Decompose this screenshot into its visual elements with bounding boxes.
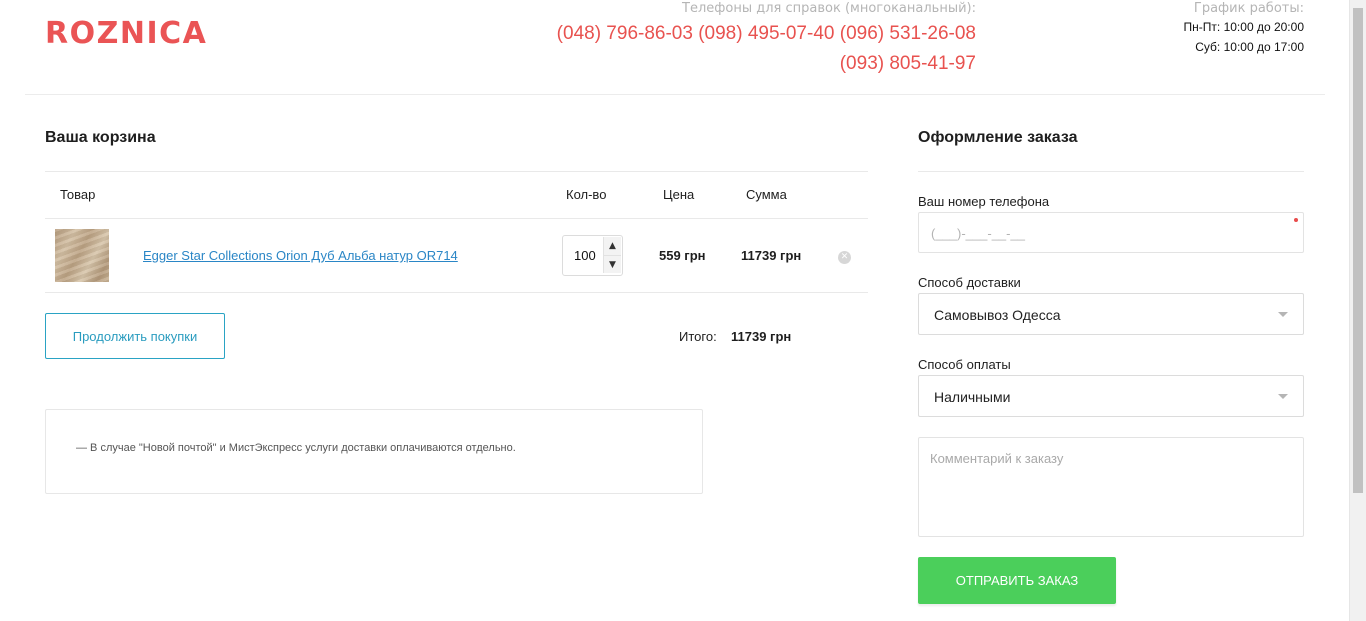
contact-phones: Телефоны для справок (многоканальный): (… — [557, 1, 976, 79]
column-header-price: Цена — [663, 187, 695, 202]
column-header-sum: Сумма — [746, 187, 787, 202]
product-link[interactable]: Egger Star Collections Orion Дуб Альба н… — [143, 248, 458, 263]
table-bottom-divider — [45, 292, 868, 293]
quantity-stepper[interactable]: 100 ▲ ▼ — [562, 235, 623, 276]
delivery-label: Способ доставки — [918, 275, 1021, 290]
site-logo[interactable]: ROZNICA — [45, 16, 207, 51]
quantity-value[interactable]: 100 — [574, 248, 596, 263]
phones-line-1: (048) 796-86-03 (098) 495-07-40 (096) 53… — [556, 23, 976, 44]
scrollbar-thumb[interactable] — [1353, 8, 1363, 493]
close-circle-icon[interactable]: ✕ — [838, 251, 851, 264]
delivery-selected-value: Самовывоз Одесса — [934, 307, 1061, 323]
payment-select[interactable]: Наличными — [918, 375, 1304, 417]
phone-field[interactable]: (___)-___-__-__ — [918, 212, 1304, 253]
schedule-caption: График работы: — [1193, 1, 1304, 16]
required-marker — [1294, 218, 1298, 222]
table-top-divider — [45, 171, 868, 172]
continue-shopping-button[interactable]: Продолжить покупки — [45, 313, 225, 359]
total-value: 11739 грн — [731, 329, 792, 344]
page-scrollbar[interactable] — [1349, 0, 1366, 621]
phone-placeholder: (___)-___-__-__ — [931, 226, 1025, 241]
chevron-down-icon — [1278, 394, 1288, 399]
phone-label: Ваш номер телефона — [918, 194, 1050, 209]
item-sum: 11739 грн — [741, 248, 802, 263]
schedule-saturday: Суб: 10:00 до 17:00 — [1195, 40, 1304, 54]
comment-textarea[interactable]: Комментарий к заказу — [918, 437, 1304, 537]
delivery-note-text: — В случае "Новой почтой" и МистЭкспресс… — [76, 442, 516, 454]
column-header-qty: Кол-во — [566, 187, 607, 202]
total-label: Итого: — [679, 329, 717, 344]
cart-title: Ваша корзина — [45, 129, 156, 146]
chevron-up-icon[interactable]: ▲ — [603, 237, 621, 255]
item-price: 559 грн — [659, 248, 706, 263]
work-schedule: График работы: Пн-Пт: 10:00 до 20:00 Суб… — [1184, 1, 1304, 57]
order-divider — [918, 171, 1304, 172]
schedule-weekdays: Пн-Пт: 10:00 до 20:00 — [1183, 20, 1304, 34]
table-header-divider — [45, 218, 868, 219]
comment-placeholder: Комментарий к заказу — [930, 451, 1064, 466]
payment-selected-value: Наличными — [934, 389, 1011, 405]
column-header-product: Товар — [60, 187, 96, 202]
order-title: Оформление заказа — [918, 129, 1078, 146]
header-divider — [25, 94, 1325, 95]
delivery-select[interactable]: Самовывоз Одесса — [918, 293, 1304, 335]
quantity-spinner[interactable]: ▲ ▼ — [603, 237, 621, 274]
submit-order-button[interactable]: ОТПРАВИТЬ ЗАКАЗ — [918, 557, 1116, 604]
phones-caption: Телефоны для справок (многоканальный): — [682, 1, 976, 16]
delivery-note: — В случае "Новой почтой" и МистЭкспресс… — [45, 409, 703, 494]
payment-label: Способ оплаты — [918, 357, 1011, 372]
chevron-down-icon — [1278, 312, 1288, 317]
chevron-down-icon[interactable]: ▼ — [603, 255, 621, 273]
phones-line-2: (093) 805-41-97 — [839, 53, 976, 74]
product-thumbnail[interactable] — [55, 229, 109, 282]
